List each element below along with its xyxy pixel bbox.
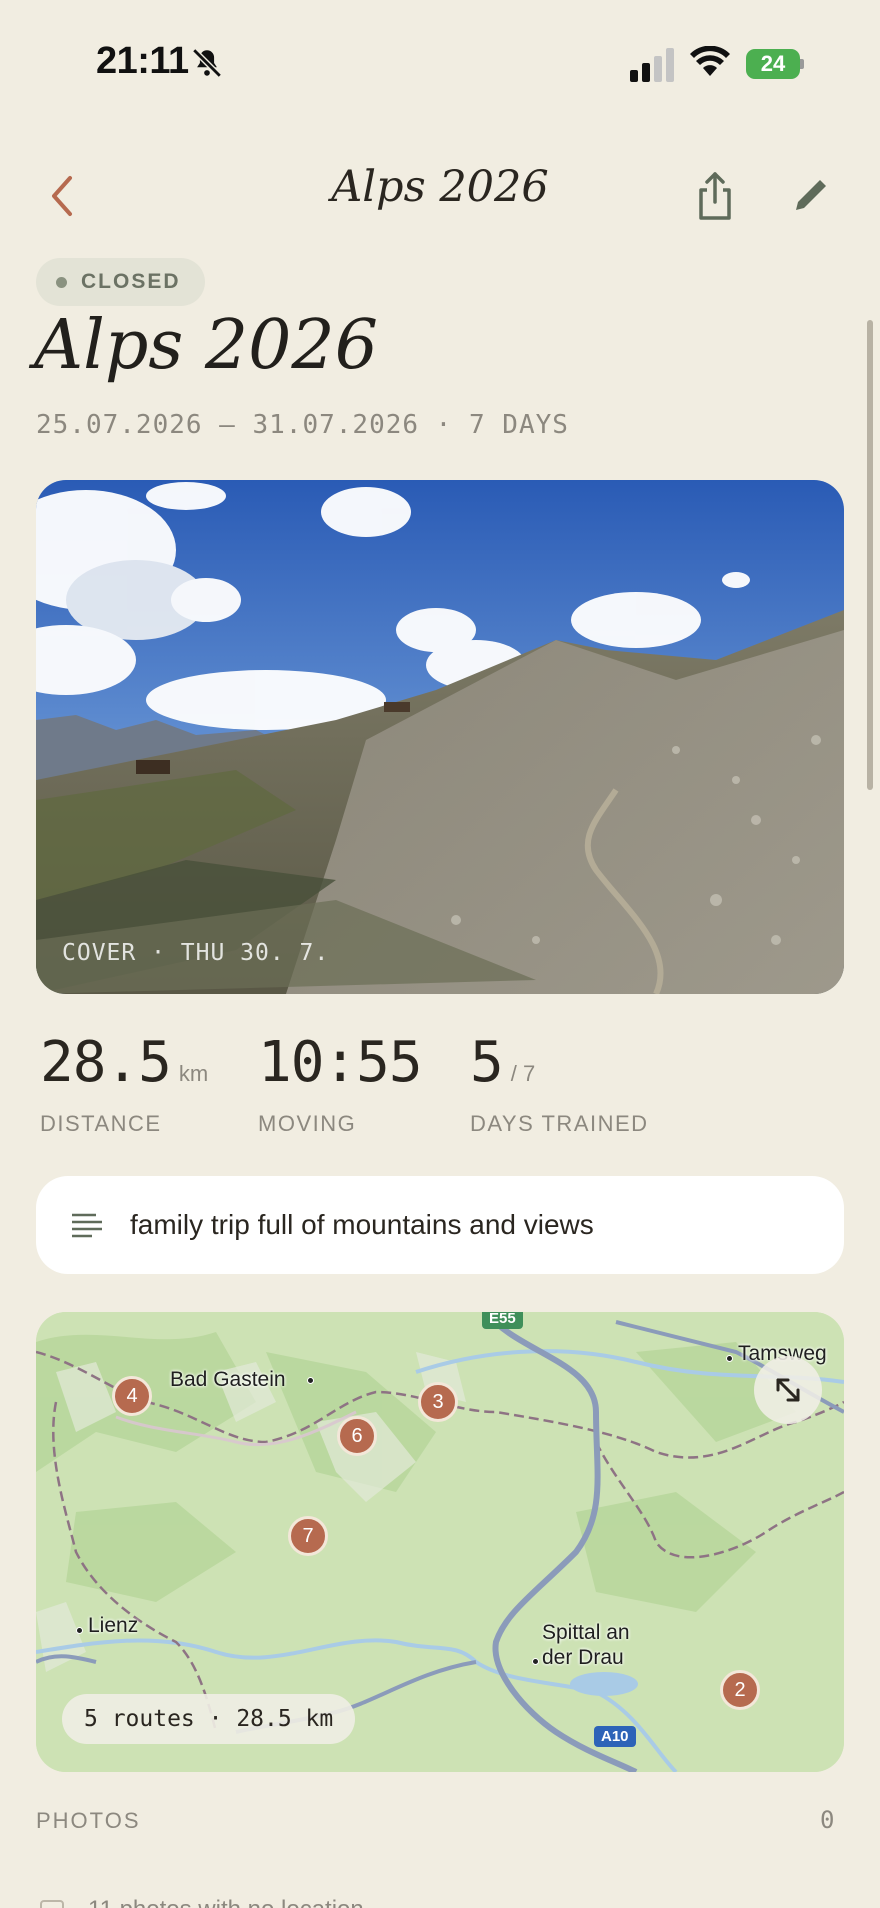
status-badge-text: CLOSED: [81, 270, 181, 293]
expand-icon: [776, 1378, 800, 1402]
routes-summary-pill: 5 routes · 28.5 km: [62, 1694, 356, 1744]
cover-photo[interactable]: COVER · THU 30. 7.: [36, 480, 844, 994]
stat-distance-value: 28.5: [40, 1030, 172, 1095]
town-bad-gastein: Bad Gastein: [170, 1368, 286, 1391]
trip-note[interactable]: family trip full of mountains and views: [36, 1176, 844, 1274]
town-dot: [532, 1658, 539, 1665]
nav-title: Alps 2026: [331, 162, 549, 212]
stat-distance-label: DISTANCE: [40, 1111, 162, 1136]
status-dot: [56, 276, 67, 288]
stat-days-trained: 5/ 7 DAYS TRAINED: [470, 1030, 649, 1137]
route-marker-6[interactable]: 6: [337, 1416, 377, 1456]
town-dot: [76, 1627, 83, 1634]
status-time: 21:11: [96, 40, 189, 82]
bell-off-icon: [192, 48, 222, 78]
stat-moving-value: 10:55: [258, 1030, 423, 1095]
stat-days-label: DAYS TRAINED: [470, 1111, 649, 1136]
scroll-indicator[interactable]: [867, 320, 873, 790]
trip-note-text: family trip full of mountains and views: [130, 1209, 594, 1240]
town-lienz: Lienz: [88, 1614, 139, 1637]
stat-days-unit: / 7: [510, 1061, 536, 1086]
wifi-icon: [690, 46, 730, 76]
stat-days-value: 5: [470, 1030, 504, 1095]
stat-moving-label: MOVING: [258, 1111, 357, 1136]
cover-caption: COVER · THU 30. 7.: [62, 940, 330, 966]
stat-moving: 10:55 MOVING: [258, 1030, 423, 1137]
trip-dates: 25.07.2026 – 31.07.2026 · 7 DAYS: [36, 410, 569, 440]
stat-distance: 28.5 km DISTANCE: [40, 1030, 208, 1137]
battery-level: 24: [746, 49, 800, 79]
route-marker-7[interactable]: 7: [288, 1516, 328, 1556]
route-marker-2[interactable]: 2: [720, 1670, 760, 1710]
note-lines-icon: [72, 1213, 102, 1238]
route-marker-4[interactable]: 4: [112, 1376, 152, 1416]
routes-map[interactable]: E55 A10 Bad Gastein Tamsweg Lienz Spitta…: [36, 1312, 844, 1772]
town-dot: [307, 1377, 314, 1384]
stat-distance-unit: km: [178, 1061, 209, 1086]
photos-count: 0: [820, 1806, 835, 1834]
photos-peek-text: 11 photos with no location: [88, 1896, 364, 1908]
photos-section-label: PHOTOS: [36, 1808, 141, 1833]
town-spittal: Spittal an der Drau: [542, 1621, 630, 1669]
route-marker-3[interactable]: 3: [418, 1382, 458, 1422]
road-shield-e55: E55: [482, 1312, 523, 1329]
status-badge: CLOSED: [36, 258, 205, 306]
map-expand-button[interactable]: [754, 1356, 822, 1424]
town-dot: [726, 1355, 733, 1362]
share-icon[interactable]: [690, 168, 740, 224]
road-shield-a10: A10: [594, 1726, 636, 1747]
battery-icon: 24: [746, 49, 804, 79]
trip-title: Alps 2026: [34, 306, 378, 385]
signal-icon: [630, 48, 674, 82]
peek-icon: [40, 1900, 64, 1908]
pencil-icon[interactable]: [788, 172, 834, 218]
